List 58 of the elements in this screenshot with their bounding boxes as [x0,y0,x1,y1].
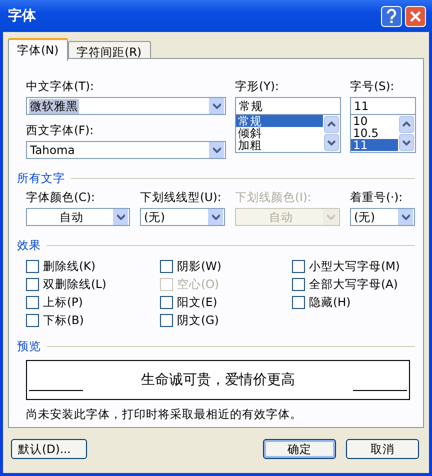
scroll-up-icon[interactable] [399,116,414,133]
field-label: 下划线线型(U): [140,190,222,205]
dropdown[interactable]: 自动 [26,208,130,226]
checkbox-option[interactable]: 下标(B) [26,313,160,327]
list-item[interactable]: 倾斜 [236,127,323,139]
checkbox-option[interactable]: 小型大写字母(M) [292,259,422,273]
tab[interactable]: 字符间距(R) [68,41,151,58]
section-heading: 预览 [17,339,41,354]
tab[interactable]: 字体(N) [8,38,68,61]
checkbox[interactable] [292,278,305,290]
checkbox[interactable] [160,260,173,272]
preview-text: 生命诚可贵，爱情价更高 [141,371,295,389]
field-label: 字形(Y): [235,79,280,94]
field-label: 字体颜色(C): [26,190,96,205]
checkbox[interactable] [292,260,305,272]
dropdown[interactable]: (无) [140,208,225,226]
checkbox[interactable] [26,278,39,290]
scroll-down-icon[interactable] [324,134,339,151]
western-font-dropdown[interactable]: Tahoma [26,141,226,159]
chinese-font-dropdown[interactable]: 微软雅黑 [26,97,226,115]
checkbox-option[interactable]: 删除线(K) [26,259,160,273]
checkbox[interactable] [292,296,305,308]
checkbox[interactable] [26,296,39,308]
scroll-up-icon[interactable] [324,116,339,133]
checkbox-option[interactable]: 全部大写字母(A) [292,277,422,291]
close-icon[interactable] [405,6,426,26]
checkbox-option[interactable]: 阴文(G) [160,313,292,327]
field-label: 字号(S): [350,79,396,94]
field-label: 下划线颜色(I): [235,190,312,205]
checkbox-option[interactable]: 上标(P) [26,295,160,309]
input-field[interactable]: 常规 [235,97,341,115]
dropdown[interactable]: (无) [350,208,415,226]
field-label: 着重号(·): [350,190,404,205]
dialog-button[interactable]: 取消 [346,439,419,459]
input-field[interactable]: 11 [350,97,416,115]
list-item[interactable]: 11 [351,139,398,151]
list-item[interactable]: 常规 [236,115,323,127]
checkbox[interactable] [160,314,173,326]
dialog-button[interactable]: 确定 [263,439,336,459]
checkbox[interactable] [26,314,39,326]
dialog-button[interactable]: 默认(D)... [11,439,87,459]
window-title: 字体 [8,7,37,25]
section-heading: 所有文字 [17,171,65,186]
font-note: 尚未安装此字体，打印时将采取最相近的有效字体。 [26,407,303,422]
checkbox[interactable] [160,296,173,308]
help-icon[interactable] [381,6,402,26]
checkbox-option[interactable]: 双删除线(L) [26,277,160,291]
field-label: 中文字体(T): [26,79,95,94]
field-label: 西文字体(F): [26,123,94,138]
checkbox[interactable] [26,260,39,272]
checkbox-option[interactable]: 隐藏(H) [292,295,422,309]
list-item[interactable]: 10 [351,115,398,127]
section-heading: 效果 [17,238,41,253]
scroll-down-icon[interactable] [399,134,414,151]
checkbox-option[interactable]: 阳文(E) [160,295,292,309]
checkbox-option[interactable]: 阴影(W) [160,259,292,273]
list-item[interactable]: 加粗 [236,139,323,151]
list-item[interactable]: 10.5 [351,127,398,139]
